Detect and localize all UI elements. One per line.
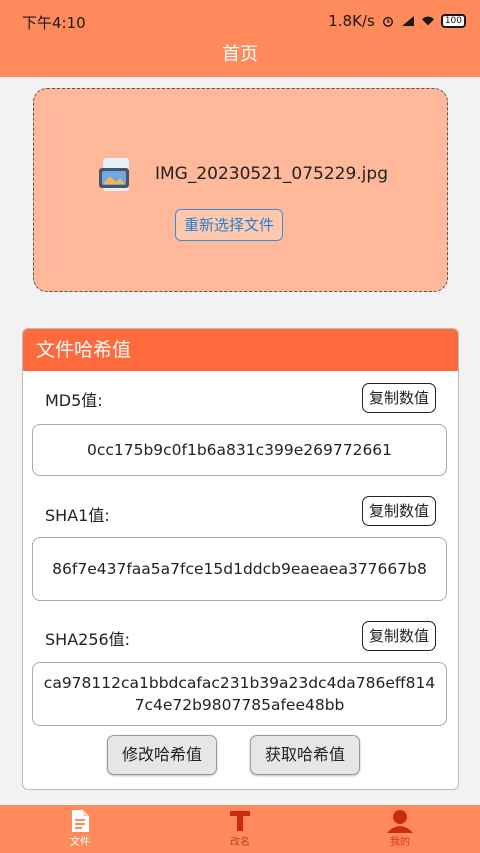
text-t-icon <box>230 811 250 831</box>
bottom-tab-bar: 文件 改名 我的 <box>0 805 480 853</box>
sha1-value: 86f7e437faa5a7fce15d1ddcb9eaeaea377667b8 <box>32 537 447 601</box>
sha256-label: SHA256值: <box>45 630 131 649</box>
status-icons: 1.8K/s 100 <box>328 12 466 30</box>
image-file-icon <box>99 158 129 191</box>
tab-rename[interactable]: 改名 <box>200 809 280 848</box>
document-icon <box>72 810 89 832</box>
copy-sha1-button[interactable]: 复制数值 <box>361 496 436 526</box>
get-hash-button[interactable]: 获取哈希值 <box>250 735 361 775</box>
signal-icon <box>401 16 414 26</box>
wifi-icon <box>421 16 434 26</box>
copy-md5-button[interactable]: 复制数值 <box>361 383 436 413</box>
md5-value: 0cc175b9c0f1b6a831c399e269772661 <box>32 424 447 476</box>
modify-hash-button[interactable]: 修改哈希值 <box>107 735 218 775</box>
md5-label: MD5值: <box>45 391 103 410</box>
file-picker-area[interactable]: IMG_20230521_075229.jpg 重新选择文件 <box>33 88 448 292</box>
sha1-label: SHA1值: <box>45 506 110 525</box>
tab-files[interactable]: 文件 <box>40 809 120 848</box>
battery-level: 100 <box>444 16 462 26</box>
file-name: IMG_20230521_075229.jpg <box>155 164 388 184</box>
copy-sha256-button[interactable]: 复制数值 <box>361 621 436 651</box>
page-title: 首页 <box>222 44 258 65</box>
tab-label: 文件 <box>70 837 90 848</box>
user-icon <box>387 810 413 833</box>
status-bar: 下午4:10 1.8K/s 100 <box>0 0 480 40</box>
tab-profile[interactable]: 我的 <box>360 809 440 848</box>
net-speed: 1.8K/s <box>328 12 375 30</box>
reselect-file-button[interactable]: 重新选择文件 <box>175 209 284 241</box>
battery-icon: 100 <box>440 14 466 28</box>
alarm-icon <box>382 16 393 27</box>
status-time: 下午4:10 <box>22 14 86 32</box>
tab-label: 改名 <box>230 837 250 848</box>
panel-title: 文件哈希值 <box>23 329 458 371</box>
tab-label: 我的 <box>390 837 410 848</box>
sha256-value: ca978112ca1bbdcafac231b39a23dc4da786eff8… <box>32 662 447 726</box>
hash-panel: 文件哈希值 MD5值: 复制数值 0cc175b9c0f1b6a831c399e… <box>22 328 459 790</box>
app-header: 首页 <box>0 40 480 77</box>
